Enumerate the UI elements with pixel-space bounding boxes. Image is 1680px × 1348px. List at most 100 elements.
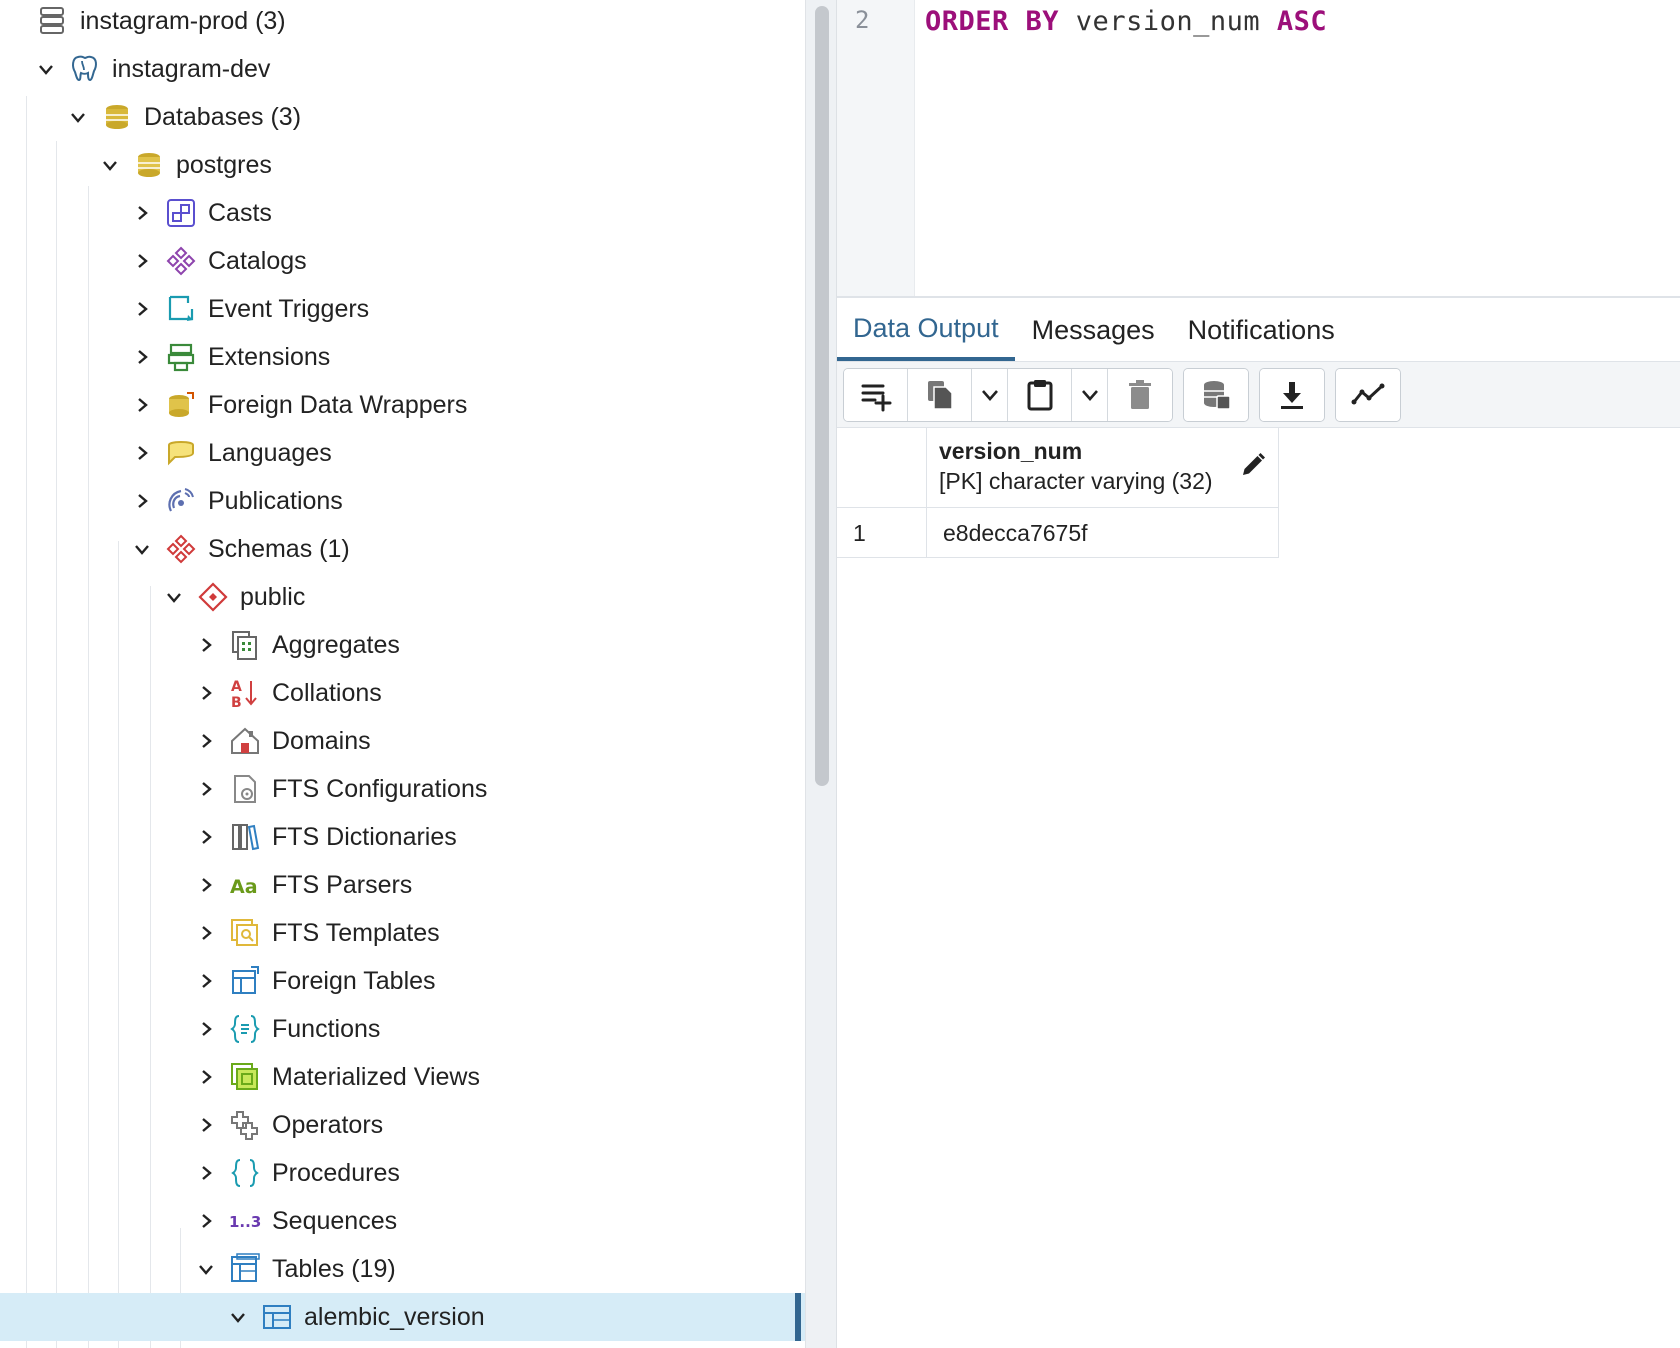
- tree-item-catalogs[interactable]: Catalogs: [0, 237, 805, 285]
- chevron-right-icon[interactable]: [128, 487, 156, 515]
- paste-button[interactable]: [1008, 368, 1072, 421]
- query-tool-panel: 2 ORDER BY version_num ASC Data Output M…: [837, 0, 1680, 1348]
- tree-item-label: Domains: [272, 727, 371, 755]
- tree-item-publications[interactable]: Publications: [0, 477, 805, 525]
- code-line[interactable]: ORDER BY version_num ASC: [925, 6, 1327, 37]
- tree-item-operators[interactable]: Operators: [0, 1101, 805, 1149]
- copy-button[interactable]: [908, 368, 972, 421]
- tree-item-instagram-prod-3[interactable]: instagram-prod (3): [0, 0, 805, 45]
- tree-item-procedures[interactable]: Procedures: [0, 1149, 805, 1197]
- procedures-icon: [228, 1156, 262, 1190]
- chevron-down-icon[interactable]: [192, 1255, 220, 1283]
- chevron-right-icon[interactable]: [128, 199, 156, 227]
- tree-item-public[interactable]: public: [0, 573, 805, 621]
- tree-item-functions[interactable]: Functions: [0, 1005, 805, 1053]
- tree-item-fts-configurations[interactable]: FTS Configurations: [0, 765, 805, 813]
- tree-item-alembic-version[interactable]: alembic_version: [0, 1293, 805, 1341]
- sequences-icon: 1..3: [228, 1204, 262, 1238]
- tree-item-domains[interactable]: Domains: [0, 717, 805, 765]
- tree-item-tables-19[interactable]: Tables (19): [0, 1245, 805, 1293]
- edit-pencil-icon[interactable]: [1240, 452, 1266, 478]
- tree-item-event-triggers[interactable]: Event Triggers: [0, 285, 805, 333]
- save-data-button[interactable]: [1184, 368, 1248, 421]
- chevron-right-icon[interactable]: [192, 1207, 220, 1235]
- chevron-right-icon[interactable]: [192, 1063, 220, 1091]
- graph-icon: [1351, 383, 1385, 404]
- tree-item-foreign-tables[interactable]: Foreign Tables: [0, 957, 805, 1005]
- tree-item-label: FTS Dictionaries: [272, 823, 457, 851]
- paste-options-button[interactable]: [1072, 368, 1108, 421]
- chevron-right-icon[interactable]: [128, 247, 156, 275]
- copy-options-button[interactable]: [972, 368, 1008, 421]
- row-number-cell[interactable]: 1: [837, 508, 927, 558]
- cell-value: e8decca7675f: [943, 520, 1088, 546]
- tree-item-fts-parsers[interactable]: Aa FTS Parsers: [0, 861, 805, 909]
- tree-item-aggregates[interactable]: Aggregates: [0, 621, 805, 669]
- chevron-down-icon: [981, 389, 998, 401]
- grid-corner-cell[interactable]: [837, 428, 927, 508]
- languages-icon: [164, 436, 198, 470]
- tree-item-label: Aggregates: [272, 631, 400, 659]
- tree-item-languages[interactable]: Languages: [0, 429, 805, 477]
- fts-templates-icon: [228, 916, 262, 950]
- tab-messages[interactable]: Messages: [1016, 299, 1171, 361]
- copy-icon: [927, 380, 953, 410]
- chevron-right-icon[interactable]: [192, 1159, 220, 1187]
- tree-item-fts-dictionaries[interactable]: FTS Dictionaries: [0, 813, 805, 861]
- chevron-right-icon[interactable]: [128, 439, 156, 467]
- tree-item-postgres[interactable]: postgres: [0, 141, 805, 189]
- graph-visualiser-button[interactable]: [1336, 368, 1400, 421]
- tab-data-output[interactable]: Data Output: [837, 299, 1015, 361]
- chevron-right-icon[interactable]: [192, 871, 220, 899]
- chevron-right-icon[interactable]: [192, 1111, 220, 1139]
- download-button[interactable]: [1260, 368, 1324, 421]
- chevron-right-icon[interactable]: [128, 391, 156, 419]
- tree-item-label: Tables (19): [272, 1255, 396, 1283]
- chevron-right-icon[interactable]: [192, 823, 220, 851]
- tree-item-collations[interactable]: A B Collations: [0, 669, 805, 717]
- column-header-version-num[interactable]: version_num [PK] character varying (32): [927, 428, 1279, 508]
- chevron-down-icon[interactable]: [160, 583, 188, 611]
- fts-dictionaries-icon: [228, 820, 262, 854]
- chevron-down-icon[interactable]: [128, 535, 156, 563]
- chevron-right-icon[interactable]: [192, 919, 220, 947]
- add-row-button[interactable]: [844, 368, 908, 421]
- tree-scrollbar-thumb[interactable]: [815, 6, 829, 786]
- tree-item-databases-3[interactable]: Databases (3): [0, 93, 805, 141]
- chevron-right-icon[interactable]: [192, 631, 220, 659]
- add-row-icon: [861, 384, 891, 411]
- sql-editor[interactable]: 2 ORDER BY version_num ASC: [837, 0, 1680, 298]
- tree-item-instagram-dev[interactable]: instagram-dev: [0, 45, 805, 93]
- delete-button[interactable]: [1108, 368, 1172, 421]
- tree-item-label: FTS Templates: [272, 919, 440, 947]
- publications-icon: [164, 484, 198, 518]
- chevron-right-icon[interactable]: [192, 775, 220, 803]
- chevron-right-icon[interactable]: [128, 295, 156, 323]
- chevron-down-icon[interactable]: [32, 55, 60, 83]
- chevron-right-icon[interactable]: [192, 727, 220, 755]
- chevron-right-icon[interactable]: [192, 1015, 220, 1043]
- materialized-views-icon: [228, 1060, 262, 1094]
- tree-item-foreign-data-wrappers[interactable]: Foreign Data Wrappers: [0, 381, 805, 429]
- chevron-right-icon[interactable]: [192, 967, 220, 995]
- tree-item-label: public: [240, 583, 306, 611]
- tree-item-sequences[interactable]: 1..3 Sequences: [0, 1197, 805, 1245]
- object-explorer-tree: instagram-prod (3) instagram-dev Databases…: [0, 0, 805, 1348]
- chevron-down-icon[interactable]: [64, 103, 92, 131]
- tree-scrollbar[interactable]: [805, 0, 837, 1348]
- tree-item-materialized-views[interactable]: Materialized Views: [0, 1053, 805, 1101]
- chevron-down-icon[interactable]: [96, 151, 124, 179]
- tree-item-extensions[interactable]: Extensions: [0, 333, 805, 381]
- tree-item-fts-templates[interactable]: FTS Templates: [0, 909, 805, 957]
- tree-item-schemas-1[interactable]: Schemas (1): [0, 525, 805, 573]
- tree-item-casts[interactable]: Casts: [0, 189, 805, 237]
- tab-notifications[interactable]: Notifications: [1172, 299, 1351, 361]
- chevron-down-icon[interactable]: [224, 1303, 252, 1331]
- chevron-right-icon[interactable]: [128, 343, 156, 371]
- aggregates-icon: [228, 628, 262, 662]
- server-group-icon: [36, 4, 70, 38]
- casts-icon: [164, 196, 198, 230]
- chevron-right-icon[interactable]: [192, 679, 220, 707]
- tree-dash: [0, 7, 28, 35]
- data-cell[interactable]: e8decca7675f: [927, 508, 1279, 558]
